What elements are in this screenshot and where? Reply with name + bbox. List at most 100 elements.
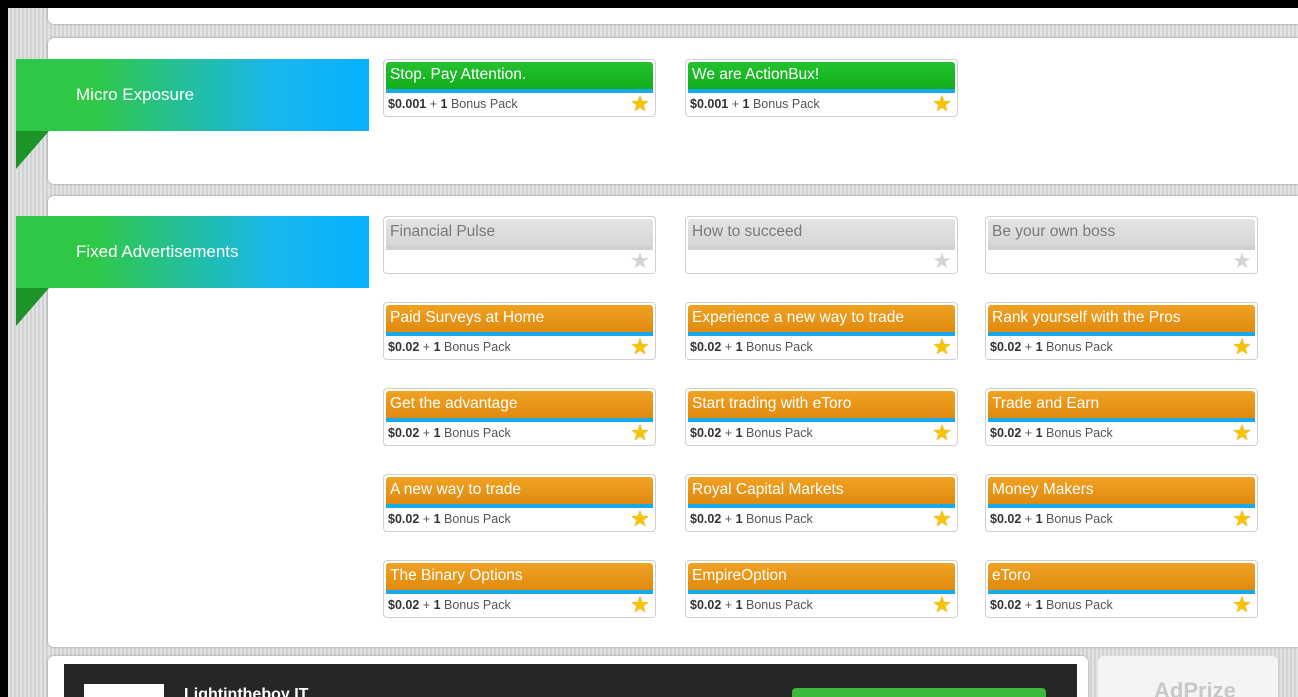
- ad-bonus: Bonus Pack: [752, 97, 820, 111]
- ad-reward: $0.02 + 1 Bonus Pack ★: [386, 594, 653, 616]
- ad-bonus: Bonus Pack: [1046, 340, 1113, 354]
- ad-reward: $0.02 + 1 Bonus Pack ★: [688, 508, 955, 530]
- ad-card[interactable]: Royal Capital Markets $0.02 + 1 Bonus Pa…: [685, 474, 958, 532]
- page: Micro Exposure Stop. Pay Attention. $0.0…: [8, 8, 1298, 697]
- ribbon-fold: [16, 288, 49, 326]
- ad-reward: $0.02 + 1 Bonus Pack ★: [688, 594, 955, 616]
- ad-title[interactable]: A new way to trade: [386, 477, 653, 508]
- ad-card[interactable]: We are ActionBux! $0.001 + 1 Bonus Pack ★: [685, 59, 958, 117]
- fixed-ads-ribbon: Fixed Advertisements: [16, 216, 369, 288]
- ad-card[interactable]: Paid Surveys at Home $0.02 + 1 Bonus Pac…: [383, 302, 656, 360]
- ad-price: $0.02: [388, 340, 420, 354]
- ad-title[interactable]: We are ActionBux!: [688, 62, 955, 93]
- ad-title[interactable]: Royal Capital Markets: [688, 477, 955, 508]
- star-gold-icon[interactable]: ★: [931, 336, 953, 358]
- ad-bonus-count: 1: [735, 598, 743, 612]
- ad-title[interactable]: Start trading with eToro: [688, 391, 955, 422]
- ad-bonus-count: 1: [433, 598, 441, 612]
- banner-ad[interactable]: Lightintheboy IT: [64, 664, 1077, 697]
- ad-reward: ★: [386, 250, 653, 272]
- ad-card[interactable]: eToro $0.02 + 1 Bonus Pack ★: [985, 560, 1258, 618]
- ad-card[interactable]: A new way to trade $0.02 + 1 Bonus Pack ★: [383, 474, 656, 532]
- ad-bonus: Bonus Pack: [746, 426, 813, 440]
- ad-bonus-count: 1: [742, 97, 750, 111]
- ad-title[interactable]: Trade and Earn: [988, 391, 1255, 422]
- ad-bonus: Bonus Pack: [1046, 512, 1113, 526]
- ad-reward: $0.02 + 1 Bonus Pack ★: [988, 594, 1255, 616]
- star-gold-icon[interactable]: ★: [1231, 594, 1253, 616]
- ad-plus: +: [422, 340, 431, 354]
- star-grey-icon: ★: [1232, 248, 1252, 273]
- star-gold-icon[interactable]: ★: [931, 422, 953, 444]
- star-gold-icon[interactable]: ★: [1231, 422, 1253, 444]
- ad-plus: +: [429, 97, 438, 111]
- ad-card[interactable]: Financial Pulse ★: [383, 216, 656, 274]
- section-title: Micro Exposure: [76, 85, 195, 104]
- ad-bonus: Bonus Pack: [746, 598, 813, 612]
- ad-title[interactable]: Get the advantage: [386, 391, 653, 422]
- star-gold-icon[interactable]: ★: [931, 93, 953, 115]
- ad-reward: $0.02 + 1 Bonus Pack ★: [988, 422, 1255, 444]
- ad-price: $0.02: [388, 426, 420, 440]
- ad-card[interactable]: Stop. Pay Attention. $0.001 + 1 Bonus Pa…: [383, 59, 656, 117]
- ad-price: $0.001: [388, 97, 427, 111]
- ad-card[interactable]: Be your own boss ★: [985, 216, 1258, 274]
- ad-plus: +: [724, 512, 733, 526]
- ad-title[interactable]: Stop. Pay Attention.: [386, 62, 653, 93]
- ad-title[interactable]: Financial Pulse: [386, 219, 653, 250]
- star-gold-icon[interactable]: ★: [1231, 508, 1253, 530]
- ad-plus: +: [724, 598, 733, 612]
- ad-plus: +: [724, 340, 733, 354]
- ad-price: $0.02: [990, 512, 1022, 526]
- ad-bonus: Bonus Pack: [444, 512, 511, 526]
- ad-title[interactable]: EmpireOption: [688, 563, 955, 594]
- ad-bonus: Bonus Pack: [746, 340, 813, 354]
- ad-bonus-count: 1: [433, 512, 441, 526]
- ad-card[interactable]: Start trading with eToro $0.02 + 1 Bonus…: [685, 388, 958, 446]
- ad-title[interactable]: Experience a new way to trade: [688, 305, 955, 336]
- star-gold-icon[interactable]: ★: [931, 594, 953, 616]
- ad-card[interactable]: Money Makers $0.02 + 1 Bonus Pack ★: [985, 474, 1258, 532]
- ad-price: $0.001: [690, 97, 729, 111]
- ad-title[interactable]: eToro: [988, 563, 1255, 594]
- section-title: Fixed Advertisements: [76, 242, 239, 261]
- adprize-panel[interactable]: AdPrize: [1098, 656, 1278, 697]
- ad-card[interactable]: Experience a new way to trade $0.02 + 1 …: [685, 302, 958, 360]
- ad-card[interactable]: How to succeed ★: [685, 216, 958, 274]
- ad-reward: $0.001 + 1 Bonus Pack ★: [386, 93, 653, 115]
- micro-exposure-ribbon: Micro Exposure: [16, 59, 369, 131]
- ad-reward: $0.02 + 1 Bonus Pack ★: [386, 422, 653, 444]
- ad-card[interactable]: The Binary Options $0.02 + 1 Bonus Pack ★: [383, 560, 656, 618]
- ad-title[interactable]: Rank yourself with the Pros: [988, 305, 1255, 336]
- ad-reward: $0.02 + 1 Bonus Pack ★: [988, 336, 1255, 358]
- star-gold-icon[interactable]: ★: [629, 594, 651, 616]
- ad-price: $0.02: [690, 426, 722, 440]
- ad-card[interactable]: EmpireOption $0.02 + 1 Bonus Pack ★: [685, 560, 958, 618]
- ad-title[interactable]: Be your own boss: [988, 219, 1255, 250]
- star-gold-icon[interactable]: ★: [629, 422, 651, 444]
- adprize-label: AdPrize: [1154, 678, 1236, 697]
- ad-bonus: Bonus Pack: [444, 426, 511, 440]
- ad-bonus-count: 1: [440, 97, 448, 111]
- star-gold-icon[interactable]: ★: [629, 93, 651, 115]
- star-gold-icon[interactable]: ★: [931, 508, 953, 530]
- ad-title[interactable]: How to succeed: [688, 219, 955, 250]
- star-gold-icon[interactable]: ★: [629, 508, 651, 530]
- ad-card[interactable]: Get the advantage $0.02 + 1 Bonus Pack ★: [383, 388, 656, 446]
- ad-card[interactable]: Trade and Earn $0.02 + 1 Bonus Pack ★: [985, 388, 1258, 446]
- star-grey-icon: ★: [630, 248, 650, 273]
- ad-bonus: Bonus Pack: [746, 512, 813, 526]
- ad-plus: +: [731, 97, 740, 111]
- ad-bonus: Bonus Pack: [1046, 426, 1113, 440]
- ad-title[interactable]: Money Makers: [988, 477, 1255, 508]
- ad-price: $0.02: [990, 340, 1022, 354]
- ad-card[interactable]: Rank yourself with the Pros $0.02 + 1 Bo…: [985, 302, 1258, 360]
- ad-price: $0.02: [388, 598, 420, 612]
- ad-title[interactable]: Paid Surveys at Home: [386, 305, 653, 336]
- star-gold-icon[interactable]: ★: [629, 336, 651, 358]
- ad-title[interactable]: The Binary Options: [386, 563, 653, 594]
- banner-button[interactable]: [792, 688, 1046, 697]
- ad-bonus-count: 1: [1035, 598, 1043, 612]
- ad-plus: +: [422, 598, 431, 612]
- star-gold-icon[interactable]: ★: [1231, 336, 1253, 358]
